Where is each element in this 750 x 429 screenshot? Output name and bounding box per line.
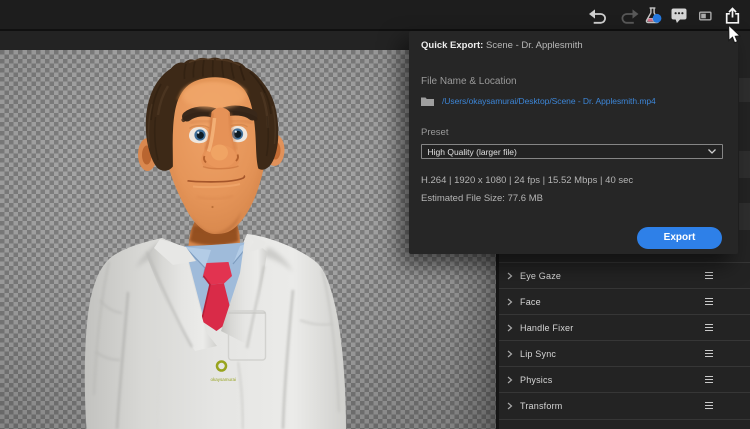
- svg-text:okaysamurai: okaysamurai: [211, 377, 237, 382]
